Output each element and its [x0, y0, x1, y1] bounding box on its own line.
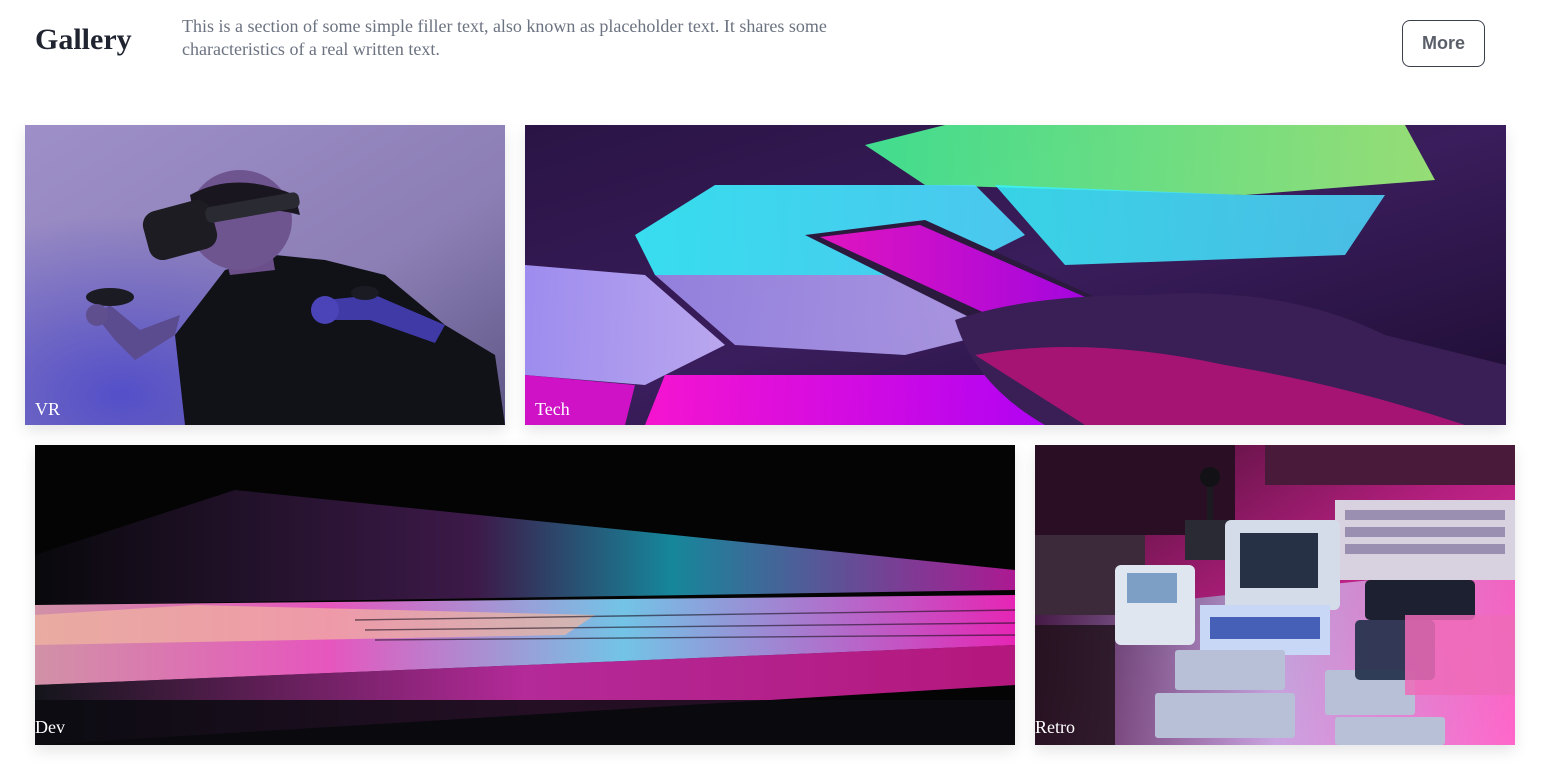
gallery-header: Gallery This is a section of some simple… [0, 0, 1543, 90]
more-button[interactable]: More [1402, 20, 1485, 67]
gallery-card-dev[interactable]: Dev [35, 445, 1015, 745]
gallery-card-retro[interactable]: Retro [1035, 445, 1515, 745]
section-description: This is a section of some simple filler … [182, 16, 827, 59]
vr-photo-image [25, 125, 505, 425]
card-label-vr: VR [35, 399, 61, 419]
gallery-card-tech[interactable]: Tech [525, 125, 1506, 425]
page-title: Gallery [35, 23, 132, 56]
tech-photo-image [525, 125, 1506, 425]
retro-photo-image [1035, 445, 1515, 745]
card-label-retro: Retro [1035, 717, 1075, 737]
card-label-tech: Tech [535, 399, 570, 419]
gallery-card-vr[interactable]: VR [25, 125, 505, 425]
dev-photo-image [35, 445, 1015, 745]
card-label-dev: Dev [35, 717, 65, 737]
